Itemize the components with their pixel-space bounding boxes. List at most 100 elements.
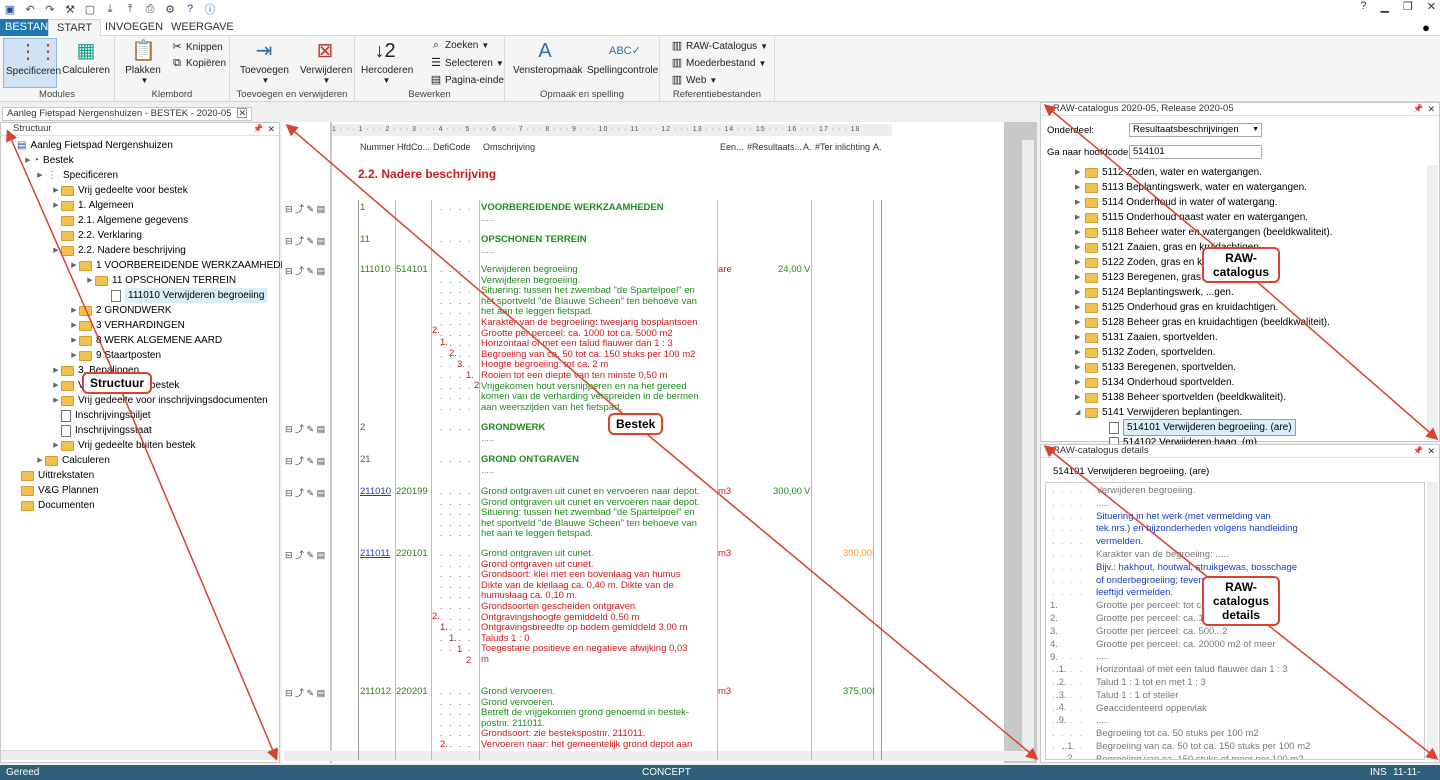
col-omschrijving[interactable]: Omschrijving [483, 142, 535, 152]
row-actions[interactable]: ⊟ ⤴ ✎ ▤ [285, 548, 330, 560]
restore-icon[interactable]: ❐ [1403, 0, 1413, 13]
tree-node[interactable]: ▶ 9 Staartposten [69, 348, 161, 363]
expand-icon[interactable]: ▶ [1075, 390, 1085, 405]
expand-icon[interactable]: ▶ [51, 438, 61, 453]
pagebreak-button[interactable]: ▤ Pagina-einde [429, 73, 504, 86]
expand-icon[interactable]: ▶ [1075, 255, 1085, 270]
expand-icon[interactable]: ▶ [1075, 210, 1085, 225]
row-actions[interactable]: ⊟ ⤴ ✎ ▤ [285, 422, 330, 434]
tree-node[interactable]: Inschrijvingsbiljet [51, 408, 151, 423]
tree-node[interactable]: ▶ Vrij gedeelte voor inschrijvingsdocumen… [51, 393, 267, 408]
row-number[interactable]: 211012 [360, 686, 391, 698]
row-number[interactable]: 2 [360, 422, 365, 434]
calculate-button[interactable]: ▦ Calculeren [60, 38, 112, 77]
catalog-item[interactable]: ▶ 5112 Zoden, water en watergangen. [1075, 165, 1262, 180]
expand-icon[interactable]: ▶ [69, 318, 79, 333]
paste-button[interactable]: 📋 Plakken ▼ [123, 38, 163, 86]
col-a2[interactable]: A. [873, 142, 882, 152]
raw-catalog-button[interactable]: ▥ RAW-Catalogus ▼ [670, 39, 768, 52]
expand-icon[interactable]: ▶ [1075, 180, 1085, 195]
window-layout-button[interactable]: A Vensteropmaak [511, 38, 583, 77]
expand-icon[interactable]: ▶ [1075, 165, 1085, 180]
tree-node[interactable]: ▶ ⋮ Specificeren [35, 168, 118, 183]
tree-node[interactable]: ▶ 8 WERK ALGEMENE AARD [69, 333, 222, 348]
web-button[interactable]: ▥ Web ▼ [670, 73, 718, 86]
catalog-item[interactable]: ▶ 5122 Zoden, gras en kr... [1075, 255, 1213, 270]
catalog-item[interactable]: ▶ 5131 Zaaien, sportvelden. [1075, 330, 1218, 345]
expand-icon[interactable]: ◢ [1075, 405, 1085, 420]
minimize-icon[interactable]: ▁ [1380, 0, 1388, 13]
catalog-item[interactable]: ▶ 5123 Beregenen, gras ... [1075, 270, 1212, 285]
catalog-item[interactable]: ▶ 5128 Beheer gras en kruidachtigen (beel… [1075, 315, 1330, 330]
expand-icon[interactable]: ▶ [51, 183, 61, 198]
close-window-icon[interactable]: ✕ [1427, 0, 1436, 13]
catalog-item[interactable]: ▶ 5132 Zoden, sportvelden. [1075, 345, 1215, 360]
expand-icon[interactable]: ▶ [69, 258, 79, 273]
tree-node[interactable]: 111010 Verwijderen begroeiing [101, 288, 268, 303]
horizontal-scrollbar[interactable] [1, 750, 279, 760]
settings-icon[interactable]: ⚙ [163, 3, 177, 16]
tree-node[interactable]: Inschrijvingsstaat [51, 423, 152, 438]
expand-icon[interactable]: ▶ [1075, 225, 1085, 240]
tree-node[interactable]: ▶ 11 OPSCHONEN TERREIN [85, 273, 236, 288]
row-number[interactable]: 21 [360, 454, 371, 466]
tree-node[interactable]: ▶ 1. Algemeen [51, 198, 133, 213]
expand-icon[interactable]: ▶ [1075, 330, 1085, 345]
pin-icon[interactable]: 📌 [1413, 103, 1423, 115]
expand-icon[interactable]: ▶ [51, 393, 61, 408]
catalog-item[interactable]: 514101 Verwijderen begroeiing. (are) [1099, 419, 1296, 436]
tree-node[interactable]: ▶ Calculeren [35, 453, 110, 468]
document-tab[interactable]: Aanleg Fietspad Nergenshuizen - BESTEK -… [2, 107, 253, 121]
tools-icon[interactable]: ⚒ [63, 3, 77, 16]
tree-node[interactable]: Uittrekstaten [11, 468, 94, 483]
col-een[interactable]: Een... [720, 142, 744, 152]
expand-icon[interactable]: ▶ [1075, 360, 1085, 375]
col-nummer[interactable]: Nummer [360, 142, 395, 152]
catalog-item[interactable]: ▶ 5114 Onderhoud in water of watergang. [1075, 195, 1278, 210]
catalog-item[interactable]: ▶ 5118 Beheer water en watergangen (beeld… [1075, 225, 1333, 240]
expand-icon[interactable]: ▶ [1075, 345, 1085, 360]
col-a1[interactable]: A. [803, 142, 812, 152]
tree-node[interactable]: Documenten [11, 498, 95, 513]
expand-icon[interactable]: ▶ [1075, 300, 1085, 315]
close-icon[interactable]: ✕ [267, 123, 275, 135]
pin-icon[interactable]: 📌 [1413, 445, 1423, 457]
tree-node[interactable]: ▶ Vrij gedeelte buiten bestek [51, 438, 195, 453]
row-actions[interactable]: ⊟ ⤴ ✎ ▤ [285, 686, 330, 698]
tree-node[interactable]: ▶ ◔ Bestek [23, 153, 73, 168]
catalog-item[interactable]: ▶ 5124 Beplantingswerk, ...gen. [1075, 285, 1234, 300]
tree-node[interactable]: 2.1. Algemene gegevens [51, 213, 188, 228]
tree-node[interactable]: ▤ Aanleg Fietspad Nergenshuizen [7, 138, 173, 153]
tree-node[interactable]: V&G Plannen [11, 483, 99, 498]
catalog-item[interactable]: ▶ 5138 Beheer sportvelden (beeldkwaliteit… [1075, 390, 1286, 405]
expand-icon[interactable]: ▶ [1075, 375, 1085, 390]
redo-icon[interactable]: ↷ [43, 3, 57, 16]
tab-start[interactable]: START [48, 19, 102, 36]
col-ter[interactable]: #Ter inlichting [815, 142, 870, 152]
row-number[interactable]: 211011 [360, 548, 390, 560]
remove-button[interactable]: ⊠ Verwijderen ▼ [298, 38, 352, 86]
close-icon[interactable]: ✕ [1427, 445, 1435, 457]
expand-icon[interactable]: ▶ [35, 453, 45, 468]
catalog-item[interactable]: ▶ 5134 Onderhoud sportvelden. [1075, 375, 1234, 390]
tab-view[interactable]: WEERGAVE [163, 19, 242, 36]
download-icon[interactable]: ⤓ [103, 3, 117, 16]
expand-icon[interactable]: ▶ [23, 153, 33, 168]
pin-icon[interactable]: 📌 [253, 123, 263, 135]
expand-icon[interactable]: ▶ [51, 363, 61, 378]
close-icon[interactable]: ✕ [237, 108, 248, 118]
row-actions[interactable]: ⊟ ⤴ ✎ ▤ [285, 454, 330, 466]
spellcheck-button[interactable]: ABC✓ Spellingcontrole [585, 38, 658, 77]
row-actions[interactable]: ⊟ ⤴ ✎ ▤ [285, 264, 330, 276]
select-button[interactable]: ☰ Selecteren ▼ [429, 56, 504, 69]
help-icon[interactable]: ? [183, 3, 197, 15]
undo-icon[interactable]: ↶ [23, 3, 37, 16]
col-hfdco[interactable]: HfdCo... [397, 142, 430, 152]
user-account-icon[interactable]: ● [1422, 20, 1430, 35]
catalog-item[interactable]: ◢ 5141 Verwijderen beplantingen. [1075, 405, 1242, 420]
tree-node[interactable]: ▶ 2.2. Nadere beschrijving [51, 243, 186, 258]
copy-button[interactable]: ⧉ Kopiëren [170, 57, 226, 70]
catalog-item[interactable]: ▶ 5113 Beplantingswerk, water en watergan… [1075, 180, 1307, 195]
expand-icon[interactable]: ▶ [1075, 270, 1085, 285]
tree-node[interactable]: ▶ 1 VOORBEREIDENDE WERKZAAMHEDEN [69, 258, 294, 273]
